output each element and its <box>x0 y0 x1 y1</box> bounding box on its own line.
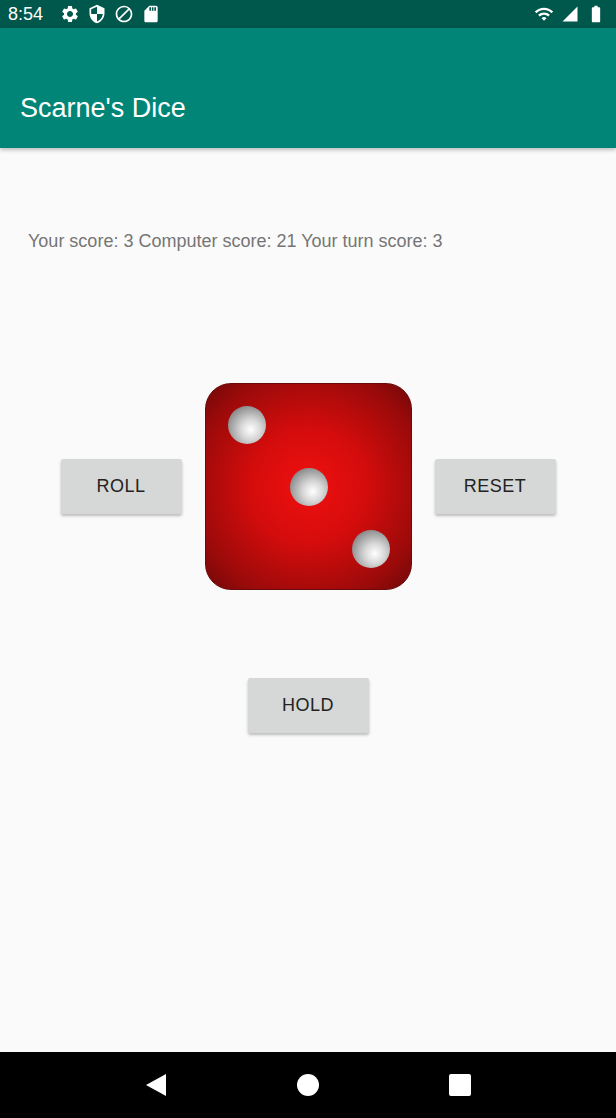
wifi-icon <box>534 4 554 24</box>
block-icon <box>114 4 134 24</box>
hold-button[interactable]: HOLD <box>248 678 369 733</box>
score-text: Your score: 3 Computer score: 21 Your tu… <box>28 229 616 253</box>
battery-icon <box>586 4 606 24</box>
navigation-bar <box>0 1052 616 1118</box>
recents-icon[interactable] <box>448 1073 472 1097</box>
status-left: 8:54 <box>8 4 161 25</box>
signal-icon <box>561 5 579 23</box>
app-bar: Scarne's Dice <box>0 28 616 148</box>
shield-icon <box>87 4 107 24</box>
die-pip <box>352 530 390 568</box>
screen: 8:54 Scarne's Dice Your score: 3 Computer … <box>0 0 616 1118</box>
hold-row: HOLD <box>0 678 616 733</box>
reset-button[interactable]: RESET <box>435 459 556 514</box>
app-title: Scarne's Dice <box>20 90 186 126</box>
die-pip <box>228 406 266 444</box>
home-icon[interactable] <box>296 1073 320 1097</box>
dice-row: ROLL RESET <box>0 383 616 590</box>
status-bar: 8:54 <box>0 0 616 28</box>
roll-button[interactable]: ROLL <box>61 459 182 514</box>
content: Your score: 3 Computer score: 21 Your tu… <box>0 148 616 1052</box>
status-time: 8:54 <box>8 4 43 25</box>
settings-icon <box>60 4 80 24</box>
die-pip <box>290 468 328 506</box>
die <box>205 383 412 590</box>
status-right <box>534 4 606 24</box>
back-icon[interactable] <box>144 1072 168 1098</box>
sd-card-icon <box>141 4 161 24</box>
